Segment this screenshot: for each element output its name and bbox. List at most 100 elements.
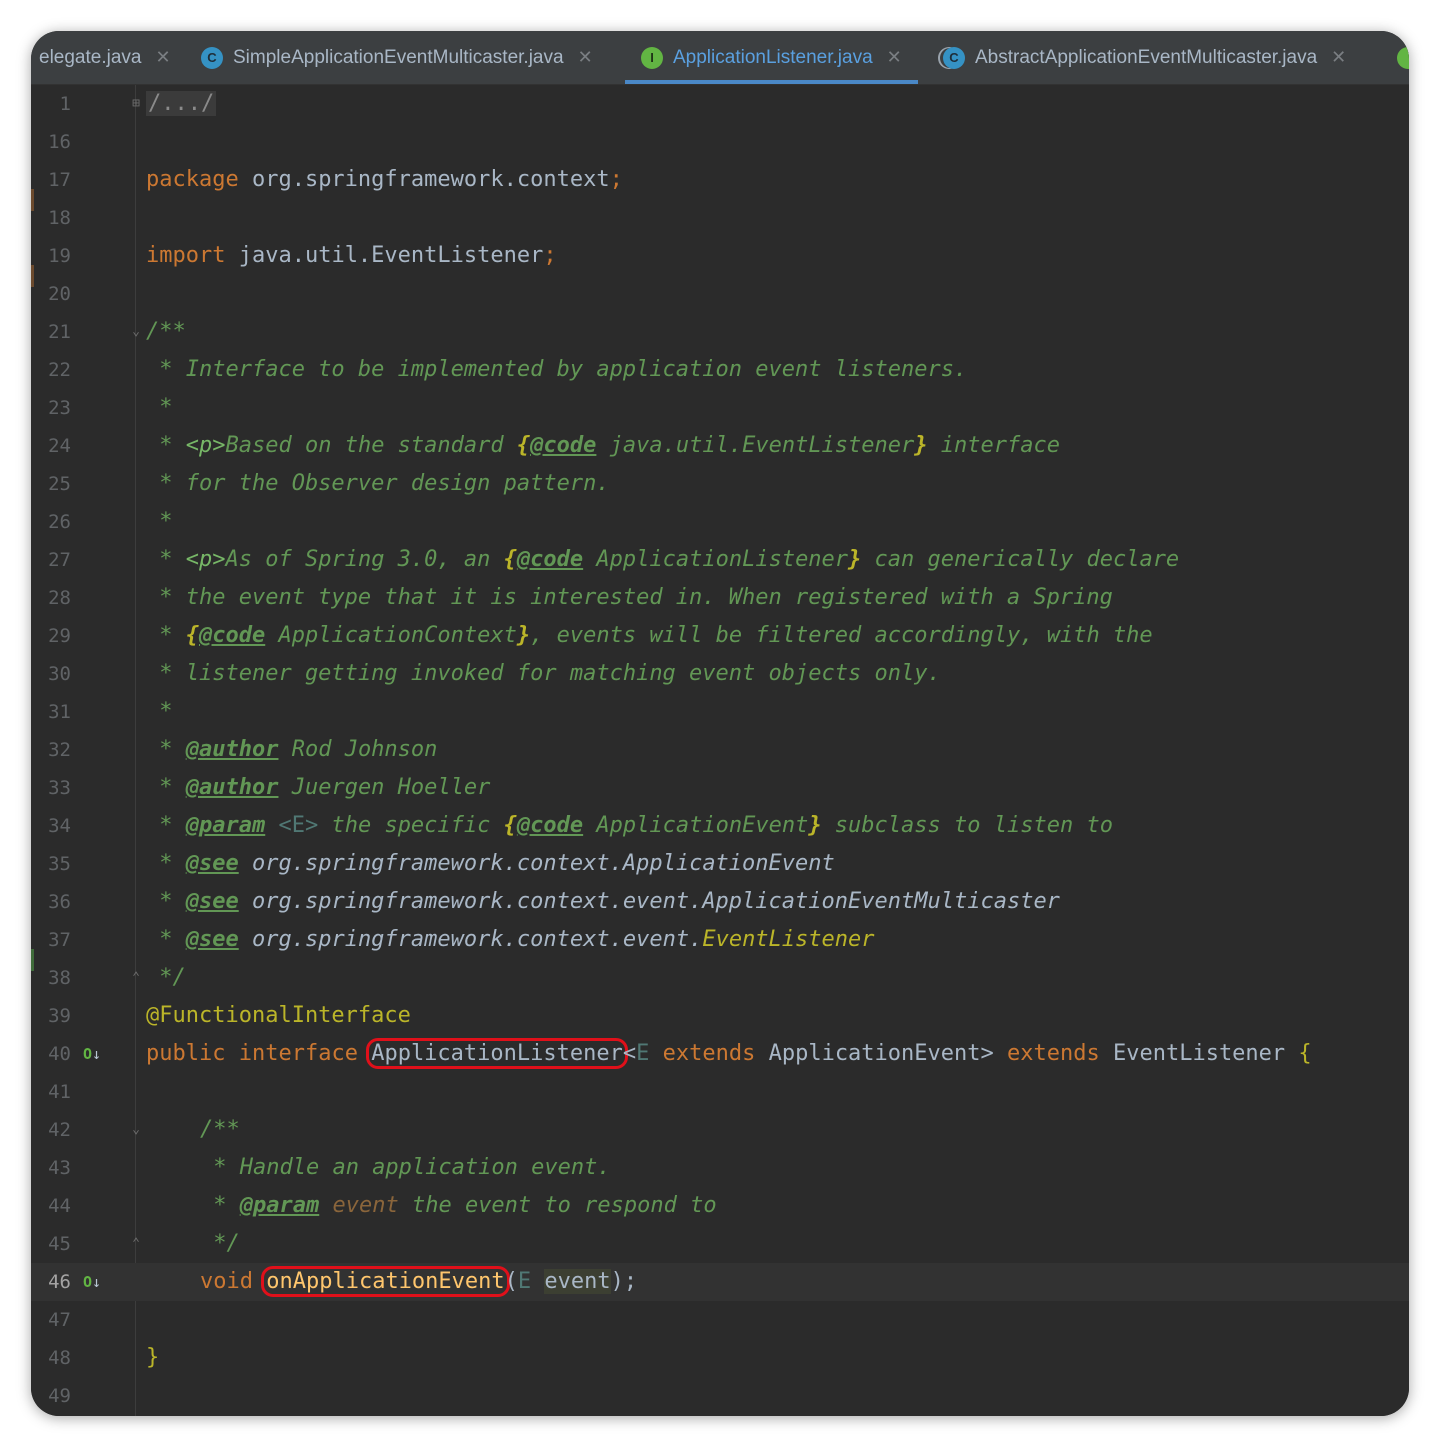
doc-comment: *: [146, 699, 173, 724]
highlighted-interface-name[interactable]: ApplicationListener: [366, 1038, 628, 1069]
line-number: 28: [48, 587, 71, 609]
keyword: public: [146, 1041, 226, 1066]
implemented-by-gutter-icon[interactable]: O↓: [83, 1263, 101, 1301]
code-line-current: 46 O↓ void onApplicationEvent(E event);: [31, 1263, 1409, 1301]
code-editor[interactable]: 1 ⊞ /.../ 16 17 package org.springframew…: [31, 85, 1409, 1416]
code-line: 17 package org.springframework.context;: [31, 161, 1409, 199]
folded-license-header[interactable]: /.../: [146, 91, 217, 116]
param-name: event: [319, 1193, 399, 1218]
code-line: 44 * @param event the event to respond t…: [31, 1187, 1409, 1225]
line-number: 48: [48, 1347, 71, 1369]
ide-window: elegate.java ✕ C SimpleApplicationEventM…: [31, 31, 1409, 1416]
fold-end-icon[interactable]: ⌃: [129, 971, 143, 985]
line-number: 30: [48, 663, 71, 685]
brace: }: [146, 1345, 160, 1370]
keyword: void: [200, 1269, 253, 1294]
type-parameter: <E>: [265, 813, 319, 838]
inline-tag-brace: {: [185, 623, 199, 648]
doc-comment: /**: [146, 319, 186, 344]
paren: (: [504, 1269, 518, 1294]
doc-comment: *: [146, 889, 186, 914]
fold-expand-icon[interactable]: ⊞: [129, 97, 143, 111]
line-number: 26: [48, 511, 71, 533]
doc-comment: *: [146, 433, 186, 458]
doc-comment: */: [146, 965, 186, 990]
line-number: 32: [48, 739, 71, 761]
code-line: 29 * {@code ApplicationContext}, events …: [31, 617, 1409, 655]
doc-comment: the specific: [318, 813, 504, 838]
code-line: 21 ⌄ /**: [31, 313, 1409, 351]
html-tag: <p>: [185, 547, 226, 572]
doc-comment: *: [146, 395, 173, 420]
line-number: 23: [48, 397, 71, 419]
javadoc-tag[interactable]: @code: [199, 623, 265, 648]
javadoc-tag[interactable]: @see: [186, 889, 239, 914]
tab-label: SimpleApplicationEventMulticaster.java: [233, 46, 564, 68]
line-number: 34: [48, 815, 71, 837]
code-line: 42 ⌄ /**: [31, 1111, 1409, 1149]
doc-comment: */: [200, 1231, 240, 1256]
tab-application-listener[interactable]: I ApplicationListener.java ✕: [625, 31, 918, 84]
type-parameter: E: [517, 1269, 532, 1294]
inline-tag-brace: }: [848, 547, 862, 572]
keyword: extends: [1007, 1041, 1100, 1066]
doc-comment: *: [146, 623, 186, 648]
fold-collapse-icon[interactable]: ⌄: [129, 325, 143, 339]
close-icon[interactable]: ✕: [155, 47, 170, 68]
line-number: 44: [48, 1195, 71, 1217]
fold-end-icon[interactable]: ⌃: [129, 1237, 143, 1251]
javadoc-tag[interactable]: @author: [186, 737, 279, 762]
code-line: 26 *: [31, 503, 1409, 541]
code-line: 24 * <p>Based on the standard {@code jav…: [31, 427, 1409, 465]
javadoc-tag[interactable]: @see: [186, 927, 239, 952]
line-number: 29: [48, 625, 71, 647]
code-line: 39 @FunctionalInterface: [31, 997, 1409, 1035]
brace: {: [1298, 1041, 1312, 1066]
doc-comment: java.util.EventListener: [596, 433, 915, 458]
line-number: 37: [48, 929, 71, 951]
tab-simple-multicaster[interactable]: C SimpleApplicationEventMulticaster.java…: [201, 31, 593, 84]
code-line: 30 * listener getting invoked for matchi…: [31, 655, 1409, 693]
highlighted-method-name[interactable]: onApplicationEvent: [261, 1266, 510, 1297]
javadoc-tag[interactable]: @code: [530, 433, 596, 458]
line-number: 39: [48, 1005, 71, 1027]
tab-delegate[interactable]: elegate.java ✕: [39, 31, 171, 84]
paren: );: [610, 1269, 638, 1294]
doc-comment: Rod Johnson: [278, 737, 438, 762]
javadoc-tag[interactable]: @see: [186, 851, 239, 876]
doc-comment: * Handle an application event.: [200, 1155, 611, 1180]
javadoc-tag[interactable]: @param: [186, 813, 265, 838]
code-line: 37 * @see org.springframework.context.ev…: [31, 921, 1409, 959]
doc-comment: the event to respond to: [398, 1193, 717, 1218]
doc-comment: *: [200, 1193, 240, 1218]
doc-comment: *: [146, 737, 186, 762]
fold-collapse-icon[interactable]: ⌄: [129, 1123, 143, 1137]
line-number: 35: [48, 853, 71, 875]
see-reference[interactable]: org.springframework.context.ApplicationE…: [239, 851, 835, 876]
tab-abstract-multicaster[interactable]: C AbstractApplicationEventMulticaster.ja…: [943, 31, 1346, 84]
code-line: 28 * the event type that it is intereste…: [31, 579, 1409, 617]
tab-overflow[interactable]: [1397, 31, 1409, 84]
javadoc-tag[interactable]: @author: [186, 775, 279, 800]
close-icon[interactable]: ✕: [887, 47, 902, 68]
see-reference[interactable]: org.springframework.context.event.: [239, 927, 702, 952]
javadoc-tag[interactable]: @param: [240, 1193, 319, 1218]
see-reference[interactable]: org.springframework.context.event.Applic…: [239, 889, 1060, 914]
see-reference-unresolved[interactable]: EventListener: [702, 927, 874, 952]
line-number: 47: [48, 1309, 71, 1331]
doc-comment: As of Spring 3.0, an: [225, 547, 504, 572]
code-line: 23 *: [31, 389, 1409, 427]
doc-comment: interface: [927, 433, 1060, 458]
line-number: 43: [48, 1157, 71, 1179]
javadoc-tag[interactable]: @code: [517, 813, 583, 838]
close-icon[interactable]: ✕: [578, 47, 593, 68]
code-line: 36 * @see org.springframework.context.ev…: [31, 883, 1409, 921]
code-line: 43 * Handle an application event.: [31, 1149, 1409, 1187]
line-number: 19: [48, 245, 71, 267]
javadoc-tag[interactable]: @code: [517, 547, 583, 572]
close-icon[interactable]: ✕: [1331, 47, 1346, 68]
inline-tag-brace: {: [516, 433, 531, 458]
inline-tag-brace: {: [503, 813, 517, 838]
implemented-by-gutter-icon[interactable]: O↓: [83, 1035, 101, 1073]
line-number: 25: [48, 473, 71, 495]
